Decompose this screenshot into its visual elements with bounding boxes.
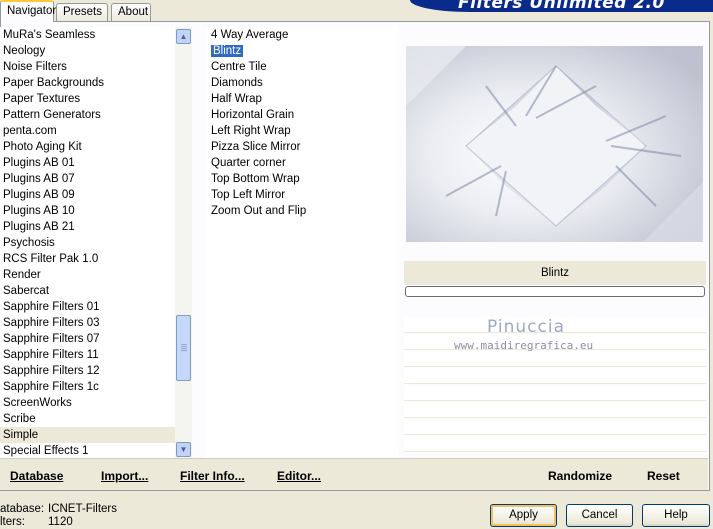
blintz-preview-graphic xyxy=(406,46,703,242)
filter-item-label: Left Right Wrap xyxy=(211,125,291,137)
filter-item[interactable]: Pizza Slice Mirror xyxy=(205,139,399,155)
filter-item[interactable]: Top Left Mirror xyxy=(205,187,399,203)
category-item[interactable]: Sabercat xyxy=(0,283,192,299)
filter-list[interactable]: 4 Way Average Blintz Centre Tile Diamonds Ha… xyxy=(205,27,399,459)
category-item[interactable]: Sapphire Filters 12 xyxy=(0,363,192,379)
category-item[interactable]: Scribe xyxy=(0,411,192,427)
filter-item[interactable]: 4 Way Average xyxy=(205,27,399,43)
filter-item-label: Horizontal Grain xyxy=(211,109,295,121)
category-item[interactable]: Sapphire Filters 01 xyxy=(0,299,192,315)
category-item[interactable]: MuRa's Seamless xyxy=(0,27,192,43)
category-item[interactable]: Render xyxy=(0,267,192,283)
title-banner: Filters Unlimited 2.0 xyxy=(410,0,713,12)
filter-item-label: Centre Tile xyxy=(211,61,267,73)
reset-link[interactable]: Reset xyxy=(647,469,680,483)
category-item[interactable]: Sapphire Filters 1c xyxy=(0,379,192,395)
parameter-slot[interactable] xyxy=(404,419,706,435)
apply-button[interactable]: Apply xyxy=(490,504,557,527)
banner-title: Filters Unlimited 2.0 xyxy=(458,0,665,12)
filter-item[interactable]: Blintz xyxy=(205,43,399,59)
filter-item[interactable]: Half Wrap xyxy=(205,91,399,107)
filter-item[interactable]: Left Right Wrap xyxy=(205,123,399,139)
category-item[interactable]: Plugins AB 10 xyxy=(0,203,192,219)
help-button[interactable]: Help xyxy=(642,504,710,527)
parameter-slot[interactable] xyxy=(404,351,706,367)
filter-item[interactable]: Zoom Out and Flip xyxy=(205,203,399,219)
tab-navigator[interactable]: Navigator xyxy=(0,0,56,22)
tab-presets[interactable]: Presets xyxy=(56,3,108,22)
filter-item-label: Half Wrap xyxy=(211,93,262,105)
filter-item-label: 4 Way Average xyxy=(211,29,289,41)
filter-item-label: Top Bottom Wrap xyxy=(211,173,300,185)
parameter-slot[interactable] xyxy=(404,334,706,350)
filter-item[interactable]: Diamonds xyxy=(205,75,399,91)
category-item[interactable]: Special Effects 1 xyxy=(0,443,192,459)
status-database-value: ICNET-Filters xyxy=(48,503,117,515)
progress-bar xyxy=(405,286,705,297)
status-database: atabase: ICNET-Filters xyxy=(0,503,117,515)
editor-link[interactable]: Editor... xyxy=(277,469,321,483)
filter-item-label: Blintz xyxy=(211,45,244,57)
filter-item-label: Top Left Mirror xyxy=(211,189,286,201)
tab-about[interactable]: About xyxy=(111,3,151,22)
status-filters: lters: 1120 xyxy=(0,516,73,528)
parameter-slot[interactable] xyxy=(404,368,706,384)
filter-item-label: Quarter corner xyxy=(211,157,286,169)
category-item[interactable]: Plugins AB 07 xyxy=(0,171,192,187)
category-item[interactable]: Simple xyxy=(0,427,192,443)
category-scrollbar[interactable]: ▲ ▼ xyxy=(175,27,192,459)
scroll-down-button[interactable]: ▼ xyxy=(176,442,191,457)
filter-info-label: Filter Info... xyxy=(180,469,245,483)
filter-item[interactable]: Top Bottom Wrap xyxy=(205,171,399,187)
category-item[interactable]: Noise Filters xyxy=(0,59,192,75)
filter-item[interactable]: Horizontal Grain xyxy=(205,107,399,123)
database-label: Database xyxy=(10,469,64,483)
parameter-slot[interactable] xyxy=(404,317,706,333)
category-item[interactable]: Plugins AB 01 xyxy=(0,155,192,171)
parameter-slot[interactable] xyxy=(404,436,706,452)
category-item[interactable]: Paper Textures xyxy=(0,91,192,107)
filter-info-link[interactable]: Filter Info... xyxy=(180,469,245,483)
filter-item-label: Zoom Out and Flip xyxy=(211,205,307,217)
preview-image xyxy=(406,46,703,242)
category-item[interactable]: Sapphire Filters 03 xyxy=(0,315,192,331)
filter-item[interactable]: Quarter corner xyxy=(205,155,399,171)
randomize-link[interactable]: Randomize xyxy=(548,469,612,483)
import-label: Import... xyxy=(101,469,149,483)
editor-label: Editor... xyxy=(277,469,322,483)
category-item[interactable]: penta.com xyxy=(0,123,192,139)
filter-name-label: Blintz xyxy=(404,261,706,285)
category-item[interactable]: Plugins AB 09 xyxy=(0,187,192,203)
category-item[interactable]: Sapphire Filters 11 xyxy=(0,347,192,363)
category-item[interactable]: Plugins AB 21 xyxy=(0,219,192,235)
cancel-button[interactable]: Cancel xyxy=(566,504,633,527)
import-link[interactable]: Import... xyxy=(101,469,148,483)
status-database-label: atabase: xyxy=(0,503,45,515)
category-item[interactable]: Psychosis xyxy=(0,235,192,251)
category-item[interactable]: Sapphire Filters 07 xyxy=(0,331,192,347)
parameter-slot[interactable] xyxy=(404,385,706,401)
scroll-thumb[interactable] xyxy=(176,315,191,381)
preview-area: Blintz Pinuccia www.maidiregrafica.eu xyxy=(404,27,706,459)
category-item[interactable]: Pattern Generators xyxy=(0,107,192,123)
scroll-up-button[interactable]: ▲ xyxy=(176,29,191,44)
category-item[interactable]: Neology xyxy=(0,43,192,59)
category-item[interactable]: ScreenWorks xyxy=(0,395,192,411)
filter-item[interactable]: Centre Tile xyxy=(205,59,399,75)
category-list[interactable]: MuRa's Seamless Neology Noise Filters Paper… xyxy=(0,27,192,459)
grip-icon xyxy=(181,344,187,352)
category-item[interactable]: RCS Filter Pak 1.0 xyxy=(0,251,192,267)
filter-item-label: Diamonds xyxy=(211,77,263,89)
status-filters-value: 1120 xyxy=(48,516,73,528)
parameter-slot[interactable] xyxy=(404,402,706,418)
bottom-toolbar: Database Import... Filter Info... Editor… xyxy=(0,458,708,490)
category-item[interactable]: Paper Backgrounds xyxy=(0,75,192,91)
database-link[interactable]: Database xyxy=(10,469,63,483)
category-item[interactable]: Photo Aging Kit xyxy=(0,139,192,155)
status-filters-label: lters: xyxy=(0,516,25,528)
filter-item-label: Pizza Slice Mirror xyxy=(211,141,301,153)
